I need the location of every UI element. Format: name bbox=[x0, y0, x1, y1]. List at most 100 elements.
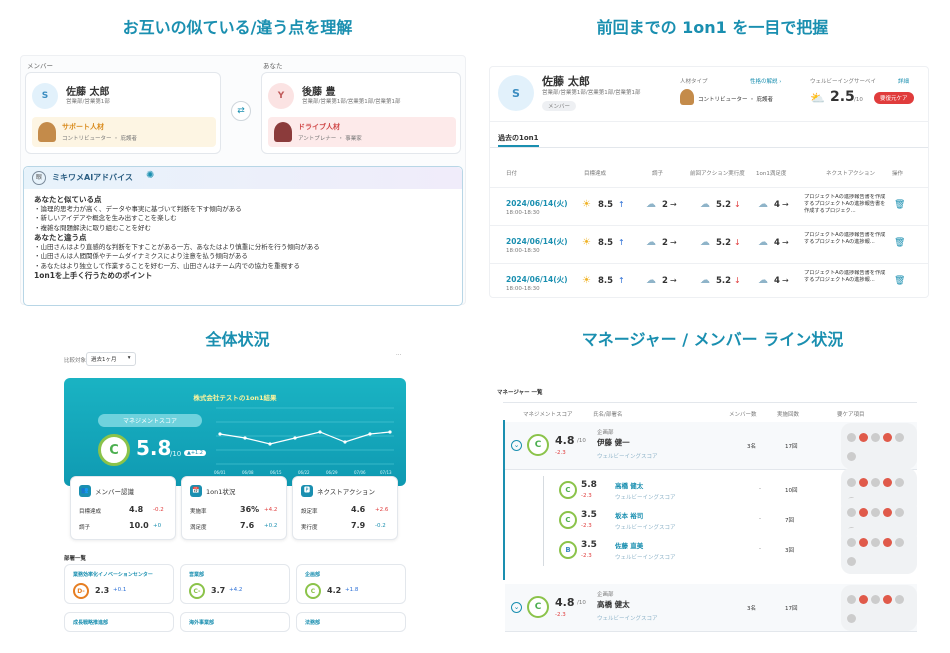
type-value: コントリビューター ・ 庇護者 bbox=[698, 97, 773, 103]
row-date: 2024/06/14(火) bbox=[506, 237, 568, 246]
dept-heading: 部署一覧 bbox=[64, 556, 87, 562]
care-item-icon bbox=[847, 508, 856, 517]
you-dept: 営業部/営業第1部/営業第1部/営業第1部 bbox=[302, 99, 401, 105]
expand-icon[interactable]: ⌄ bbox=[511, 440, 522, 451]
x-tick: 06/29 bbox=[326, 470, 338, 475]
care-item-icon bbox=[883, 508, 892, 517]
you-card[interactable]: Y 後藤 豊 営業部/営業第1部/営業第1部/営業第1部 ドライブ人材 アントプ… bbox=[261, 72, 461, 154]
cloud-icon: ☁ bbox=[700, 275, 710, 286]
period-select[interactable]: 過去1ヶ月 ▾ bbox=[86, 352, 136, 366]
trash-icon[interactable]: 🗑 bbox=[894, 276, 905, 286]
card-title: メンバー認識 bbox=[95, 488, 134, 496]
summary-card[interactable]: 📅 1on1状況 実施率 36% +4.2 満足度 7.6 +0.2 bbox=[181, 476, 287, 540]
summary-card[interactable]: 👥 メンバー認識 目標達成 4.8 -0.2 調子 10.0 +0 bbox=[70, 476, 176, 540]
score-label: マネジメントスコア bbox=[98, 414, 202, 427]
metric-value: 7.9 bbox=[351, 521, 366, 530]
right-arrow-icon: → bbox=[670, 276, 677, 285]
trash-icon[interactable]: 🗑 bbox=[894, 200, 905, 210]
grade-badge: C bbox=[559, 511, 577, 529]
list-item: ・山田さんは人間関係やチームダイナミクスにより注意を払う傾向がある bbox=[34, 252, 248, 260]
care-item-icon bbox=[895, 594, 904, 604]
dept-grade: C- bbox=[189, 583, 205, 599]
care-item-icon bbox=[859, 594, 868, 604]
table-row[interactable]: 2024/06/14(火) 18:00-18:30 ☀ 8.5 ↑ ☁ 2 → … bbox=[490, 263, 928, 301]
dept-card[interactable]: 営業部 C- 3.7 +4.2 bbox=[180, 564, 290, 604]
card-icon: 🅿 bbox=[301, 485, 313, 497]
ai-header: 眼 ミキワメAIアドバイス ✺ bbox=[24, 167, 462, 189]
wb-score: 2.5 bbox=[830, 89, 855, 105]
member-label: メンバー bbox=[27, 62, 53, 70]
row-time: 18:00-18:30 bbox=[506, 286, 540, 292]
cloud-icon: ☁ bbox=[700, 199, 710, 210]
care-item-icon bbox=[847, 432, 856, 442]
metric-delta: +0 bbox=[153, 523, 162, 529]
right-arrow-icon: → bbox=[782, 276, 789, 285]
row-satisfaction: 4 bbox=[774, 200, 780, 210]
score-delta: -2.3 bbox=[555, 450, 566, 456]
sun-icon: ☀ bbox=[582, 275, 591, 286]
score-delta: -2.3 bbox=[581, 493, 592, 499]
dept-card[interactable]: 業務効率化イノベーションセンター D- 2.3 +0.1 bbox=[64, 564, 174, 604]
more-icon[interactable]: ⋯ bbox=[396, 352, 402, 358]
dept: 企画部 bbox=[597, 430, 614, 436]
summary-card[interactable]: 🅿 ネクストアクション 設定率 4.6 +2.6 実行度 7.9 -0.2 bbox=[292, 476, 398, 540]
down-arrow-icon: ↓ bbox=[734, 238, 741, 247]
row-goal: 8.5 bbox=[598, 276, 614, 286]
score-delta: -2.3 bbox=[581, 553, 592, 559]
sun-icon: ☀ bbox=[582, 199, 591, 210]
type-label: 人材タイプ bbox=[680, 79, 708, 85]
wb-link[interactable]: 詳細 bbox=[898, 77, 909, 85]
grade-badge: C bbox=[527, 434, 549, 456]
member-name: 佐藤 太郎 bbox=[66, 87, 110, 98]
sun-icon: ☀ bbox=[582, 237, 591, 248]
dept-card[interactable]: 法務部 bbox=[296, 612, 406, 632]
section-title: マネージャー / メンバー ライン状況 bbox=[581, 330, 844, 349]
ai-advice-panel: 眼 ミキワメAIアドバイス ✺ あなたと似ている点 ・論理的思考力が高く、データ… bbox=[23, 166, 463, 306]
row-next: プロジェクトAの進捗報告書を作成するプロジェクトAの進捗報告書を作成するプロジェ… bbox=[804, 194, 886, 214]
dept-name: 営業部 bbox=[189, 572, 205, 578]
member-count: 3名 bbox=[747, 444, 756, 450]
table-row[interactable]: 2024/06/14(火) 18:00-18:30 ☀ 8.5 ↑ ☁ 2 → … bbox=[490, 225, 928, 263]
metric-label: 目標達成 bbox=[79, 509, 102, 515]
list-heading: マネージャー 一覧 bbox=[497, 390, 543, 396]
up-arrow-icon: ↑ bbox=[618, 276, 625, 285]
cloud-icon: ☁ bbox=[646, 199, 656, 210]
care-item-icon bbox=[883, 432, 892, 442]
section-title: お互いの似ている/違う点を理解 bbox=[122, 18, 353, 37]
tab-past[interactable]: 過去の1on1 bbox=[498, 133, 539, 147]
member-type: サポート人材 bbox=[62, 123, 104, 131]
list-item: ・複雑な問題解決に取り組むことを好む bbox=[34, 223, 151, 232]
row-time: 18:00-18:30 bbox=[506, 210, 540, 216]
trash-icon[interactable]: 🗑 bbox=[894, 238, 905, 248]
character-icon bbox=[274, 122, 292, 142]
dept-card[interactable]: 企画部 C 4.2 +1.8 bbox=[296, 564, 406, 604]
dept-card[interactable]: 成長戦略推進部 bbox=[64, 612, 174, 632]
member-count: - bbox=[759, 546, 761, 552]
manager-row[interactable]: ⌄ C 4.8 /10 -2.3 企画部 伊藤 健一 ウェルビーイングスコア 3… bbox=[505, 422, 917, 470]
x-tick: 06/08 bbox=[242, 470, 254, 475]
x-tick: 06/01 bbox=[214, 470, 226, 475]
care-item-icon bbox=[871, 432, 880, 442]
wellbeing-score: ウェルビーイングスコア bbox=[615, 495, 676, 501]
metric-label: 実施率 bbox=[190, 509, 207, 515]
col-ops: 操作 bbox=[892, 171, 904, 177]
x-tick: 07/06 bbox=[354, 470, 366, 475]
manager-row[interactable]: ⌄ C 4.8 /10 -2.3 企画部 高橋 健太 ウェルビーイングスコア 3… bbox=[505, 584, 917, 632]
col-condition: 調子 bbox=[652, 171, 664, 177]
care-item-icon bbox=[871, 478, 880, 487]
member-card[interactable]: S 佐藤 太郎 営業部/営業第1部 サポート人材 コントリビューター ・ 庇護者 bbox=[25, 72, 221, 154]
metric-value: 10.0 bbox=[129, 521, 149, 530]
table-row[interactable]: 2024/06/14(火) 18:00-18:30 ☀ 8.5 ↑ ☁ 2 → … bbox=[490, 187, 928, 225]
expand-icon[interactable]: ⌄ bbox=[511, 602, 522, 613]
member-type-sub: コントリビューター ・ 庇護者 bbox=[62, 136, 137, 142]
care-item-icon bbox=[871, 508, 880, 517]
down-arrow-icon: ↓ bbox=[734, 200, 741, 209]
member-row[interactable]: B 3.5 -2.3 佐藤 直美 ウェルビーイングスコア - 3回 bbox=[505, 528, 917, 574]
you-label: あなた bbox=[263, 62, 283, 70]
avatar: S bbox=[498, 75, 534, 111]
care-item-icon bbox=[847, 594, 856, 604]
session-count: 17回 bbox=[785, 606, 798, 612]
score-delta: -2.3 bbox=[581, 523, 592, 529]
type-link[interactable]: 性格の解説 › bbox=[750, 77, 781, 85]
dept-card[interactable]: 海外事業部 bbox=[180, 612, 290, 632]
